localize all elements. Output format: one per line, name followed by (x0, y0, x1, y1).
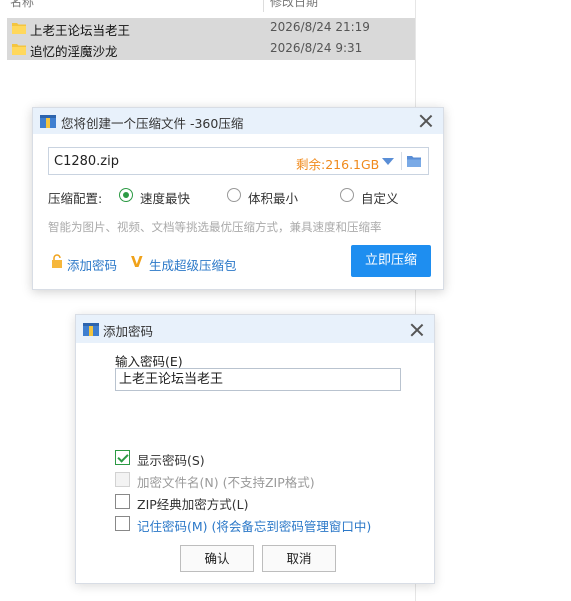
dialog-title: 添加密码 (103, 324, 154, 339)
v-badge-icon: V (131, 253, 143, 271)
checkbox-box[interactable] (115, 450, 130, 465)
folder-browse-icon[interactable] (407, 154, 421, 168)
dialog-title: 您将创建一个压缩文件 -360压缩 (61, 116, 244, 131)
file-row[interactable]: 上老王论坛当老王 2026/8/24 21:19 (7, 18, 415, 39)
archive-filename[interactable]: C1280.zip (54, 154, 119, 169)
confirm-button[interactable]: 确认 (180, 545, 254, 572)
radio-label[interactable]: 自定义 (361, 188, 399, 207)
dialog-titlebar[interactable]: 您将创建一个压缩文件 -360压缩 (33, 108, 443, 134)
compression-hint: 智能为图片、视频、文档等挑选最优压缩方式，兼具速度和压缩率 (48, 220, 382, 234)
compress-now-button[interactable]: 立即压缩 (351, 245, 431, 277)
compression-config-label: 压缩配置: (48, 191, 103, 206)
checkbox-label[interactable]: ZIP经典加密方式(L) (137, 494, 249, 513)
radio-label[interactable]: 速度最快 (140, 188, 190, 207)
add-password-label[interactable]: 添加密码 (67, 255, 117, 274)
column-header-name[interactable]: 名称 (10, 0, 34, 9)
add-password-dialog: 添加密码 输入密码(E) 上老王论坛当老王 显示密码(S) 加密文件名(N) (… (75, 314, 435, 584)
checkbox-label: 加密文件名(N) (不支持ZIP格式) (137, 475, 315, 490)
file-row[interactable]: 追忆的淫魔沙龙 2026/8/24 9:31 (7, 39, 415, 60)
close-icon[interactable] (409, 322, 425, 338)
dropdown-arrow-icon[interactable] (382, 158, 394, 165)
archive-path-field[interactable]: C1280.zip 剩余:216.1GB (48, 147, 429, 175)
radio-label[interactable]: 体积最小 (248, 188, 298, 207)
file-name: 上老王论坛当老王 (30, 23, 131, 38)
cancel-button[interactable]: 取消 (262, 545, 336, 572)
dialog-titlebar[interactable]: 添加密码 (76, 315, 434, 343)
password-input[interactable]: 上老王论坛当老王 (115, 368, 401, 391)
radio-circle[interactable] (227, 188, 241, 202)
file-modified: 2026/8/24 21:19 (270, 20, 370, 34)
close-icon[interactable] (418, 113, 434, 129)
create-archive-dialog: 您将创建一个压缩文件 -360压缩 C1280.zip 剩余:216.1GB 压… (32, 107, 444, 290)
lock-icon (52, 254, 62, 268)
divider (401, 152, 402, 170)
folder-icon (12, 23, 26, 34)
checkbox-box[interactable] (115, 494, 130, 509)
column-separator (263, 0, 264, 12)
checkbox-box (115, 472, 130, 487)
archive-app-icon (83, 323, 99, 336)
archive-app-icon (40, 115, 56, 128)
file-name: 追忆的淫魔沙龙 (30, 44, 118, 59)
radio-circle[interactable] (340, 188, 354, 202)
free-space-label: 剩余:216.1GB (296, 157, 380, 172)
column-header-date[interactable]: 修改日期 (270, 0, 318, 9)
checkbox-label[interactable]: 显示密码(S) (137, 450, 205, 469)
file-modified: 2026/8/24 9:31 (270, 41, 363, 55)
radio-circle[interactable] (119, 188, 133, 202)
super-archive-label[interactable]: 生成超级压缩包 (149, 255, 237, 274)
folder-icon (12, 44, 26, 55)
checkbox-box[interactable] (115, 516, 130, 531)
checkbox-label[interactable]: 记住密码(M) (将会备忘到密码管理窗口中) (137, 516, 371, 535)
